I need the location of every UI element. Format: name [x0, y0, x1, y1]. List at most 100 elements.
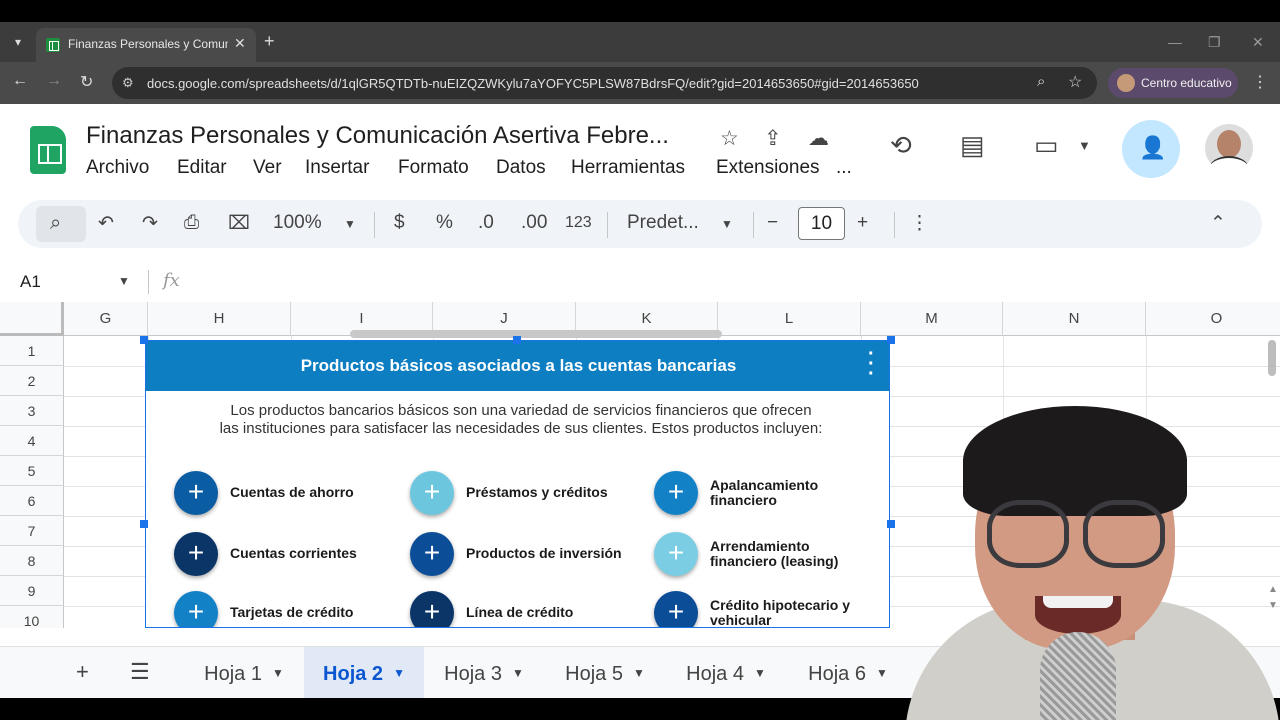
all-sheets-icon[interactable]: ☰ [130, 659, 150, 685]
resize-handle[interactable] [887, 336, 895, 344]
percent-format-button[interactable]: % [436, 212, 453, 234]
browser-menu-icon[interactable]: ⋮ [1252, 72, 1268, 92]
user-avatar[interactable] [1205, 124, 1253, 172]
row-header[interactable]: 5 [0, 456, 64, 486]
row-header[interactable]: 8 [0, 546, 64, 576]
sheet-tab-chevron-down-icon[interactable]: ▼ [512, 666, 524, 680]
column-header[interactable]: L [718, 302, 861, 336]
collapse-menus-icon[interactable]: ⌃ [1210, 212, 1226, 235]
sheet-tab-chevron-down-icon[interactable]: ▼ [754, 666, 766, 680]
menu-insertar[interactable]: Insertar [305, 157, 369, 179]
sheet-tab-label: Hoja 1 [204, 663, 262, 685]
cloud-status-icon[interactable]: ☁ [808, 126, 829, 151]
font-select[interactable]: Predet... [627, 212, 699, 234]
url-text[interactable]: docs.google.com/spreadsheets/d/1qlGR5QTD… [147, 76, 919, 91]
forward-icon[interactable]: → [46, 72, 62, 90]
name-box[interactable]: A1 [20, 272, 41, 292]
move-folder-icon[interactable]: ⇪ [764, 126, 782, 151]
version-history-icon[interactable]: ⟲ [890, 130, 912, 161]
back-icon[interactable]: ← [12, 72, 28, 90]
sheet-tab-chevron-down-icon[interactable]: ▼ [272, 666, 284, 680]
menu-herramientas[interactable]: Herramientas [571, 157, 685, 179]
share-button[interactable]: 👤 [1122, 120, 1180, 178]
menu-editar[interactable]: Editar [177, 157, 227, 179]
decrease-font-size-button[interactable]: − [767, 212, 778, 234]
sheet-tab[interactable]: Hoja 2 ▼ [304, 647, 424, 699]
select-all-corner[interactable] [0, 302, 64, 336]
sheet-tab-chevron-down-icon[interactable]: ▼ [393, 666, 405, 680]
row-header[interactable]: 3 [0, 396, 64, 426]
resize-handle[interactable] [140, 336, 148, 344]
sheet-tab[interactable]: Hoja 3 ▼ [424, 647, 544, 699]
column-header[interactable]: N [1003, 302, 1146, 336]
sheet-tab[interactable]: Hoja 6 ▼ [788, 647, 908, 699]
sheet-tab[interactable]: Hoja 1 ▼ [184, 647, 304, 699]
restore-icon[interactable]: ❐ [1208, 34, 1221, 51]
currency-format-button[interactable]: $ [394, 212, 405, 234]
sheet-tab[interactable]: Hoja 4 ▼ [666, 647, 786, 699]
minimize-icon[interactable]: — [1168, 34, 1182, 50]
resize-handle[interactable] [513, 336, 521, 344]
zoom-chevron-down-icon[interactable]: ▼ [344, 217, 356, 231]
doc-title[interactable]: Finanzas Personales y Comunicación Asert… [86, 122, 669, 150]
redo-icon[interactable]: ↷ [142, 212, 158, 235]
image-options-icon[interactable]: · · · [868, 344, 875, 384]
column-header[interactable]: M [861, 302, 1003, 336]
menu-ver[interactable]: Ver [253, 157, 282, 179]
name-box-chevron-down-icon[interactable]: ▼ [118, 274, 130, 288]
more-options-icon[interactable]: ⋮ [910, 212, 929, 235]
undo-icon[interactable]: ↶ [98, 212, 114, 235]
menu-datos[interactable]: Datos [496, 157, 546, 179]
tab-search-chevron-icon[interactable]: ▾ [8, 32, 28, 52]
tab-close-icon[interactable]: ✕ [234, 35, 246, 52]
zoom-icon[interactable]: ⌕ [1037, 73, 1045, 90]
star-icon[interactable]: ☆ [720, 126, 739, 151]
row-header[interactable]: 1 [0, 336, 64, 366]
embedded-image[interactable]: Productos básicos asociados a las cuenta… [145, 340, 890, 628]
meet-camera-icon[interactable]: ▭ [1034, 130, 1059, 161]
profile-chip[interactable]: Centro educativo [1108, 68, 1238, 98]
browser-tab[interactable]: Finanzas Personales y Comunic... ✕ [36, 28, 256, 62]
row-header[interactable]: 10 [0, 606, 64, 628]
sheets-logo-icon[interactable] [30, 126, 66, 174]
row-header[interactable]: 7 [0, 516, 64, 546]
site-settings-icon[interactable]: ⚙ [122, 75, 134, 91]
search-icon[interactable]: ⌕ [50, 212, 61, 235]
column-header[interactable]: O [1146, 302, 1280, 336]
row-header[interactable]: 2 [0, 366, 64, 396]
font-size-input[interactable]: 10 [798, 207, 845, 240]
print-icon[interactable]: ⎙ [184, 212, 199, 234]
reload-icon[interactable]: ↻ [80, 72, 93, 92]
font-chevron-down-icon[interactable]: ▼ [721, 217, 733, 231]
resize-handle[interactable] [140, 520, 148, 528]
window-close-icon[interactable]: ✕ [1252, 34, 1264, 51]
comments-icon[interactable]: ▤ [960, 130, 985, 161]
menu-extensiones[interactable]: Extensiones [716, 157, 820, 179]
meet-chevron-down-icon[interactable]: ▼ [1078, 138, 1091, 153]
new-tab-icon[interactable]: + [264, 32, 275, 50]
url-bar[interactable]: ⚙ docs.google.com/spreadsheets/d/1qlGR5Q… [112, 67, 1097, 99]
row-header[interactable]: 6 [0, 486, 64, 516]
decrease-decimal-button[interactable]: .0 [478, 212, 494, 234]
row-header[interactable]: 4 [0, 426, 64, 456]
increase-decimal-button[interactable]: .00 [521, 212, 547, 234]
menu-more[interactable]: ... [836, 157, 852, 179]
vertical-scrollbar-thumb[interactable] [1268, 340, 1276, 376]
row-header[interactable]: 9 [0, 576, 64, 606]
horizontal-scrollbar-thumb[interactable] [350, 330, 722, 338]
paint-format-icon[interactable]: ⌧ [228, 212, 250, 235]
column-header[interactable]: H [148, 302, 291, 336]
increase-font-size-button[interactable]: + [857, 212, 868, 234]
more-formats-button[interactable]: 123 [565, 214, 592, 232]
add-sheet-icon[interactable]: + [76, 659, 89, 685]
bookmark-star-icon[interactable]: ☆ [1068, 72, 1082, 92]
column-header[interactable]: G [64, 302, 148, 336]
menu-formato[interactable]: Formato [398, 157, 469, 179]
sheet-tab-chevron-down-icon[interactable]: ▼ [633, 666, 645, 680]
resize-handle[interactable] [887, 520, 895, 528]
zoom-select[interactable]: 100% [273, 212, 322, 234]
sheet-tab-chevron-down-icon[interactable]: ▼ [876, 666, 888, 680]
menu-archivo[interactable]: Archivo [86, 157, 149, 179]
sheet-tab[interactable]: Hoja 5 ▼ [545, 647, 665, 699]
product-item: + Productos de inversión [410, 532, 630, 576]
